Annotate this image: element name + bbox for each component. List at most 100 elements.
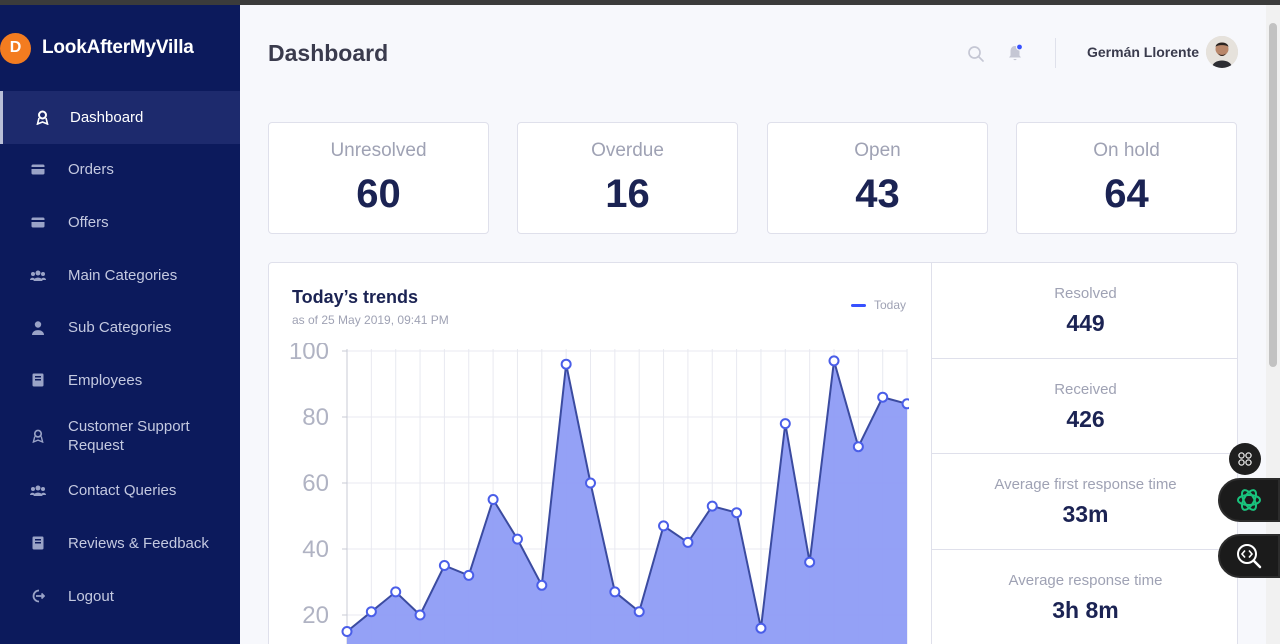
data-point xyxy=(609,586,621,598)
sidebar-item-label: Logout xyxy=(68,587,114,605)
users-icon xyxy=(30,267,46,283)
sidebar-nav: Dashboard Orders Offers Main Categories … xyxy=(0,91,240,622)
stat-value: 16 xyxy=(605,172,650,216)
side-stat-value: 33m xyxy=(1062,501,1109,527)
data-point xyxy=(633,606,645,618)
y-tick-label: 100 xyxy=(289,343,329,365)
data-point xyxy=(706,500,718,512)
data-point xyxy=(658,520,670,532)
notification-bell-icon[interactable] xyxy=(1006,43,1024,63)
user-icon xyxy=(30,320,46,336)
side-stat-label: Average first response time xyxy=(994,476,1177,493)
sidebar-item-employees[interactable]: Employees xyxy=(0,354,240,407)
stat-label: Overdue xyxy=(591,140,664,161)
ai-knot-icon xyxy=(1237,489,1261,511)
sidebar-item-label: Dashboard xyxy=(70,108,144,126)
sidebar-item-label: Employees xyxy=(68,371,143,389)
card-icon xyxy=(30,162,46,178)
data-point xyxy=(779,418,791,430)
main-content: Dashboard Germán Llorente Unresolved 60 … xyxy=(240,5,1266,644)
stat-value: 43 xyxy=(855,172,900,216)
sidebar-item-label: Offers xyxy=(68,213,109,231)
stat-card-on-hold[interactable]: On hold 64 xyxy=(1016,122,1237,234)
side-stat-resolved: Resolved 449 xyxy=(932,263,1237,359)
stat-label: On hold xyxy=(1093,140,1160,161)
data-point xyxy=(682,536,694,548)
sidebar-item-label: Main Categories xyxy=(68,266,178,284)
sidebar-item-logout[interactable]: Logout xyxy=(0,570,240,623)
data-point xyxy=(365,606,377,618)
side-stat-avg-response: Average response time 3h 8m xyxy=(932,550,1237,644)
data-point xyxy=(511,533,523,545)
sidebar-item-dashboard[interactable]: Dashboard xyxy=(0,91,240,144)
side-stat-avg-first-response: Average first response time 33m xyxy=(932,454,1237,550)
card-icon xyxy=(30,214,46,230)
sidebar-item-orders[interactable]: Orders xyxy=(0,144,240,197)
sidebar-item-contact-queries[interactable]: Contact Queries xyxy=(0,465,240,518)
data-point xyxy=(438,560,450,571)
stat-value: 60 xyxy=(356,172,401,216)
brand-logo: D xyxy=(0,32,31,64)
award-icon xyxy=(34,109,50,125)
code-lens-button[interactable] xyxy=(1218,534,1280,578)
sidebar-item-reviews-feedback[interactable]: Reviews & Feedback xyxy=(0,517,240,570)
apps-grid-button[interactable] xyxy=(1229,443,1261,475)
data-point xyxy=(536,579,548,591)
trends-subtitle: as of 25 May 2019, 09:41 PM xyxy=(292,313,449,327)
sidebar-item-label: Reviews & Feedback xyxy=(68,534,209,552)
brand-name: LookAfterMyVilla xyxy=(42,37,194,58)
logout-icon xyxy=(30,588,46,604)
data-point xyxy=(828,355,840,367)
side-stat-received: Received 426 xyxy=(932,359,1237,454)
y-tick-label: 20 xyxy=(302,602,329,629)
award-icon xyxy=(30,428,46,444)
side-stat-label: Resolved xyxy=(1054,285,1117,302)
stat-value: 64 xyxy=(1104,172,1149,216)
code-search-icon xyxy=(1237,544,1262,569)
side-stat-label: Received xyxy=(1054,380,1117,398)
data-point xyxy=(414,609,426,621)
sidebar: D LookAfterMyVilla Dashboard Orders Offe… xyxy=(0,5,240,644)
sidebar-item-sub-categories[interactable]: Sub Categories xyxy=(0,301,240,354)
data-point xyxy=(901,398,909,410)
book-icon xyxy=(30,372,46,388)
data-point xyxy=(585,477,596,489)
side-stat-value: 426 xyxy=(1066,405,1105,432)
stat-card-open[interactable]: Open 43 xyxy=(767,122,988,234)
ai-assistant-button[interactable] xyxy=(1218,478,1280,522)
stat-label: Open xyxy=(854,140,901,161)
book-icon xyxy=(30,535,46,551)
legend-label: Today xyxy=(874,298,907,312)
y-tick-label: 80 xyxy=(302,404,329,431)
stat-card-overdue[interactable]: Overdue 16 xyxy=(517,122,738,234)
side-stats: Resolved 449 Received 426 Average first … xyxy=(931,263,1237,644)
data-point xyxy=(390,586,402,598)
grid-icon xyxy=(1238,452,1252,466)
scrollbar-thumb[interactable] xyxy=(1269,23,1277,367)
search-icon[interactable] xyxy=(967,45,985,63)
side-stat-value: 3h 8m xyxy=(1052,596,1119,623)
trends-chart: 20 40 60 80 100 xyxy=(289,343,909,644)
data-point xyxy=(852,441,864,453)
sidebar-item-offers[interactable]: Offers xyxy=(0,196,240,249)
sidebar-item-label: Customer Support Request xyxy=(68,417,190,454)
data-point xyxy=(341,626,353,637)
sidebar-item-customer-support[interactable]: Customer Support Request xyxy=(0,407,240,465)
trends-title: Today’s trends xyxy=(292,287,419,307)
brand[interactable]: D LookAfterMyVilla xyxy=(0,5,240,91)
sidebar-item-main-categories[interactable]: Main Categories xyxy=(0,249,240,302)
side-stat-value: 449 xyxy=(1066,310,1105,336)
page-title: Dashboard xyxy=(268,40,389,66)
users-icon xyxy=(30,483,46,499)
data-point xyxy=(877,391,889,403)
data-point xyxy=(560,358,572,370)
y-tick-label: 60 xyxy=(302,470,329,497)
chart-legend: Today xyxy=(851,298,906,312)
stat-card-unresolved[interactable]: Unresolved 60 xyxy=(268,122,489,234)
legend-swatch xyxy=(851,303,866,307)
side-stat-label: Average response time xyxy=(1008,571,1163,589)
avatar[interactable] xyxy=(1206,36,1238,68)
user-name[interactable]: Germán Llorente xyxy=(1087,44,1199,60)
y-tick-label: 40 xyxy=(302,536,329,563)
data-point xyxy=(804,556,816,568)
